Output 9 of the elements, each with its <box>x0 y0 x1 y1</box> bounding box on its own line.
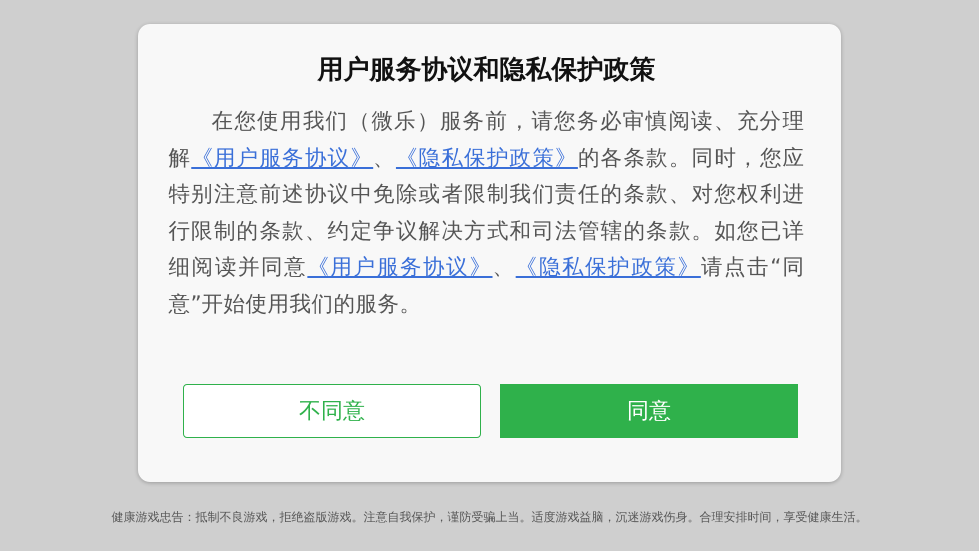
agree-button[interactable]: 同意 <box>500 384 798 438</box>
agreement-paragraph: 在您使用我们（微乐）服务前，请您务必审慎阅读、充分理解《用户服务协议》、《隐私保护政策》的各条款。同时，您应特别注意前述协议中免除或者限制我们责任的条款、对您权利进行限制的条款、约定争议解决方式和司法管辖的条款。如您已详细阅读并同意《用户服务协议》、《隐私保护政策》请点击“同意”开始使用我们的服务。 <box>168 108 804 318</box>
health-notice: 健康游戏忠告：抵制不良游戏，拒绝盗版游戏。注意自我保护，谨防受骗上当。适度游戏益脑，沉迷游戏伤身。合理安排时间，享受健康生活。 <box>112 509 868 526</box>
agreement-link[interactable]: 《隐私保护政策》 <box>516 255 701 280</box>
agreement-link[interactable]: 《用户服务协议》 <box>307 255 493 280</box>
agreement-link[interactable]: 《隐私保护政策》 <box>396 146 578 170</box>
dialog-title: 用户服务协议和隐私保护政策 <box>318 54 656 87</box>
agreement-link[interactable]: 《用户服务协议》 <box>191 146 374 170</box>
disagree-button[interactable]: 不同意 <box>183 384 481 438</box>
